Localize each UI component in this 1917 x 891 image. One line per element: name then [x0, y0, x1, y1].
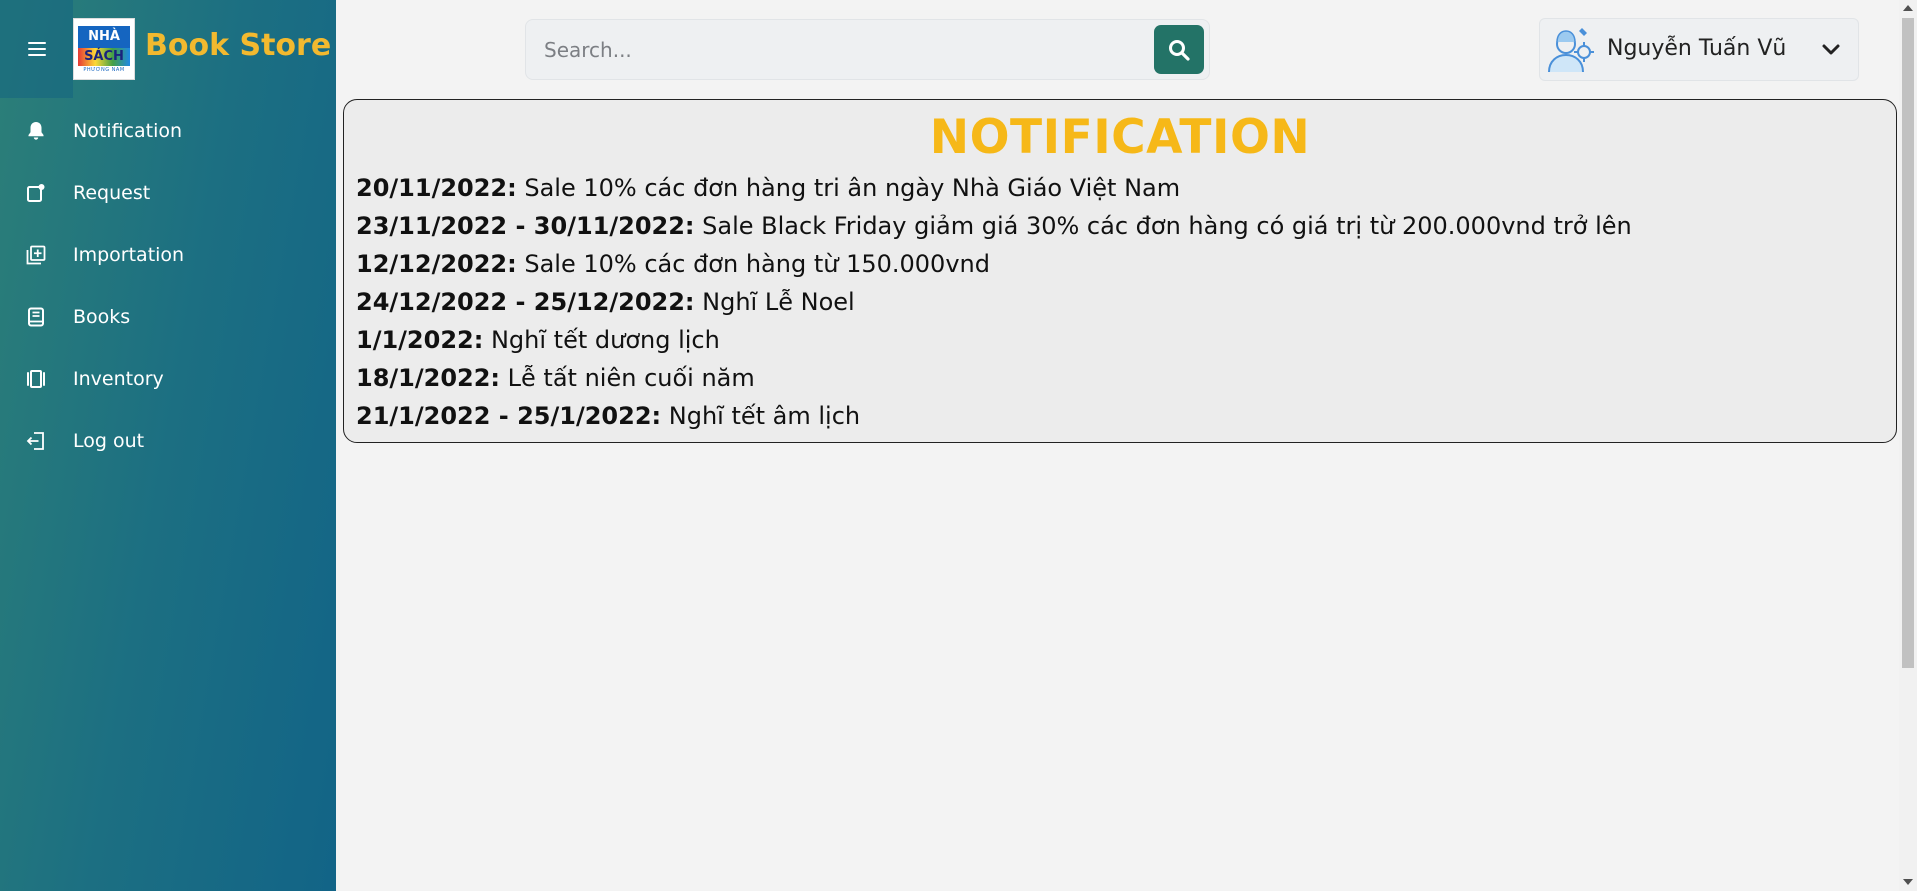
add-box-icon	[26, 245, 46, 265]
avatar	[1548, 28, 1594, 73]
sidebar-item-importation[interactable]: Importation	[0, 224, 336, 286]
inventory-icon	[26, 369, 46, 389]
hamburger-icon	[27, 42, 46, 56]
chevron-down-icon[interactable]	[1820, 39, 1842, 61]
notification-date: 21/1/2022 - 25/1/2022:	[356, 402, 662, 430]
notification-text: Sale 10% các đơn hàng tri ân ngày Nhà Gi…	[516, 174, 1181, 202]
notification-date: 24/12/2022 - 25/12/2022:	[356, 288, 695, 316]
search-input[interactable]	[544, 30, 1114, 70]
list-item: 21/1/2022 - 25/1/2022: Nghĩ tết âm lịch	[356, 402, 1876, 440]
sidebar-item-inventory[interactable]: Inventory	[0, 348, 336, 410]
user-menu[interactable]: Nguyễn Tuấn Vũ	[1539, 18, 1859, 81]
logo-line1: NHÀ	[78, 26, 130, 48]
scroll-thumb[interactable]	[1902, 18, 1914, 668]
sidebar: NHÀ SÁCH PHƯƠNG NAM Book Store Notificat…	[0, 0, 336, 891]
notification-date: 23/11/2022 - 30/11/2022:	[356, 212, 695, 240]
sidebar-item-logout[interactable]: Log out	[0, 410, 336, 472]
notification-text: Nghĩ tết âm lịch	[661, 402, 861, 430]
scrollbar[interactable]	[1899, 0, 1917, 891]
list-item: 20/11/2022: Sale 10% các đơn hàng tri ân…	[356, 174, 1876, 212]
sidebar-item-books[interactable]: Books	[0, 286, 336, 348]
book-icon	[26, 307, 46, 327]
sidebar-item-label: Log out	[73, 430, 145, 452]
notification-text: Nghĩ tết dương lịch	[483, 326, 720, 354]
sidebar-item-notification[interactable]: Notification	[0, 100, 336, 162]
menu-toggle-button[interactable]	[0, 0, 73, 98]
notification-date: 12/12/2022:	[356, 250, 517, 278]
notification-text: Sale 10% các đơn hàng từ 150.000vnd	[516, 250, 990, 278]
notification-text: Lễ tất niên cuối năm	[500, 364, 755, 392]
list-item: 1/1/2022: Nghĩ tết dương lịch	[356, 326, 1876, 364]
logout-icon	[26, 431, 46, 451]
notification-date: 20/11/2022:	[356, 174, 517, 202]
list-item: 23/11/2022 - 30/11/2022: Sale Black Frid…	[356, 212, 1876, 250]
page-title: NOTIFICATION	[929, 110, 1311, 165]
notification-panel: NOTIFICATION 20/11/2022: Sale 10% các đơ…	[343, 99, 1897, 443]
notification-text: Sale Black Friday giảm giá 30% các đơn h…	[694, 212, 1632, 240]
search-button[interactable]	[1154, 25, 1204, 74]
list-item: 18/1/2022: Lễ tất niên cuối năm	[356, 364, 1876, 402]
search-icon	[1169, 39, 1190, 61]
notification-text: Nghĩ Lễ Noel	[694, 288, 855, 316]
list-item: 12/12/2022: Sale 10% các đơn hàng từ 150…	[356, 250, 1876, 288]
sidebar-item-request[interactable]: Request	[0, 162, 336, 224]
sidebar-item-label: Notification	[73, 120, 183, 142]
logo-line2: SÁCH	[78, 48, 130, 66]
sidebar-item-label: Inventory	[73, 368, 164, 390]
notification-date: 1/1/2022:	[356, 326, 484, 354]
sidebar-item-label: Books	[73, 306, 131, 328]
logo-line3: PHƯƠNG NAM	[83, 67, 125, 73]
sidebar-nav: Notification Request Importation Books I…	[0, 100, 336, 472]
notification-list: 20/11/2022: Sale 10% các đơn hàng tri ân…	[356, 174, 1876, 440]
sidebar-item-label: Importation	[73, 244, 185, 266]
user-name: Nguyễn Tuấn Vũ	[1607, 36, 1787, 61]
brand-title: Book Store	[145, 28, 332, 63]
scroll-down-arrow-icon[interactable]	[1903, 879, 1913, 885]
request-icon	[26, 183, 46, 203]
list-item: 24/12/2022 - 25/12/2022: Nghĩ Lễ Noel	[356, 288, 1876, 326]
notification-date: 18/1/2022:	[356, 364, 501, 392]
logo: NHÀ SÁCH PHƯƠNG NAM	[73, 18, 135, 80]
sidebar-item-label: Request	[73, 182, 151, 204]
search-bar	[525, 19, 1210, 80]
bell-icon	[26, 121, 46, 141]
scroll-up-arrow-icon[interactable]	[1903, 5, 1913, 11]
